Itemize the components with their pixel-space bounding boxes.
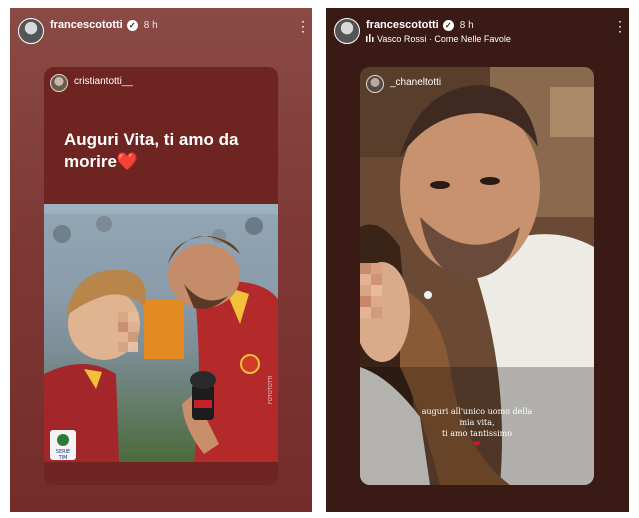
post-caption: Auguri Vita, ti amo da morire❤️ <box>64 129 274 173</box>
post-caption: auguri all'unico uomo della mia vita, ti… <box>360 406 594 451</box>
avatar[interactable] <box>18 18 44 44</box>
username-row[interactable]: francescototti ✓ 8 h <box>50 19 158 31</box>
caption-text: Auguri Vita, ti amo da morire <box>64 130 239 171</box>
story-panel-right[interactable]: francescototti ✓ 8 h Vasco Rossi · Come Ne… <box>326 8 629 512</box>
heart-icon: ❤ <box>473 440 481 450</box>
post-photo: SERIE TIM FOTOTOTTI <box>44 204 278 462</box>
reshared-post-card[interactable]: cristiantotti__ Auguri Vita, ti amo da m… <box>44 67 278 485</box>
reshared-username[interactable]: _chaneltotti <box>390 77 441 88</box>
more-options-icon[interactable]: ⋮ <box>613 19 627 35</box>
reshared-avatar[interactable] <box>50 74 68 92</box>
music-artist: Vasco Rossi <box>377 34 427 44</box>
music-sticker[interactable]: Vasco Rossi · Come Nelle Favole <box>366 34 511 44</box>
username-row[interactable]: francescototti ✓ 8 h <box>366 19 474 31</box>
story-header: francescototti ✓ 8 h ⋮ <box>10 8 312 56</box>
story-panel-left[interactable]: francescototti ✓ 8 h ⋮ cristiantotti__ Aug… <box>10 8 312 512</box>
music-separator: · <box>428 34 432 44</box>
username[interactable]: francescototti <box>50 19 123 31</box>
verified-badge-icon: ✓ <box>126 19 138 31</box>
music-bars-icon <box>366 34 374 44</box>
avatar[interactable] <box>334 18 360 44</box>
reshared-username[interactable]: cristiantotti__ <box>74 76 133 87</box>
reshared-post-card[interactable]: _chaneltotti auguri all'unico uomo della… <box>360 67 594 485</box>
username[interactable]: francescototti <box>366 19 439 31</box>
verified-badge-icon: ✓ <box>442 19 454 31</box>
timestamp: 8 h <box>143 20 158 31</box>
caption-line-1: auguri all'unico uomo della <box>421 407 533 416</box>
music-title: Come Nelle Favole <box>434 34 511 44</box>
story-header: francescototti ✓ 8 h Vasco Rossi · Come Ne… <box>326 8 629 56</box>
photo-illustration: SERIE TIM FOTOTOTTI <box>44 204 278 462</box>
timestamp: 8 h <box>459 20 474 31</box>
caption-line-2: mia vita, <box>459 418 495 427</box>
photo-watermark: FOTOTOTTI <box>268 376 274 404</box>
more-options-icon[interactable]: ⋮ <box>296 19 310 35</box>
heart-icon: ❤️ <box>116 152 139 171</box>
caption-line-3: ti amo tantissimo <box>441 429 513 438</box>
reshared-avatar[interactable] <box>366 75 384 93</box>
badge-text-2: TIM <box>58 455 68 461</box>
